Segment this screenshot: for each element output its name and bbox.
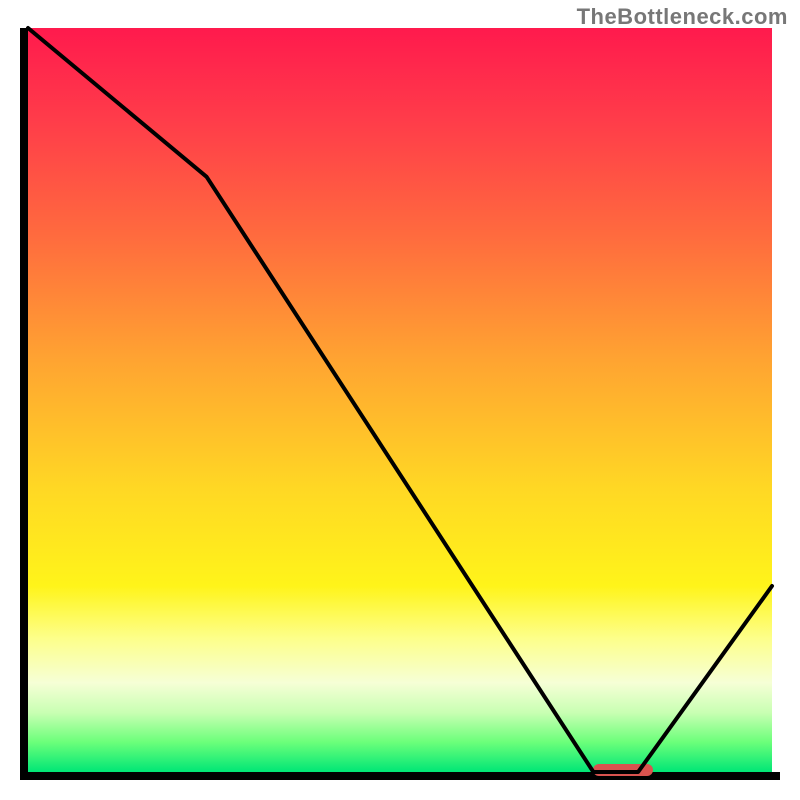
optimal-range-marker [593,764,653,776]
watermark-text: TheBottleneck.com [577,4,788,30]
y-axis [20,28,28,780]
x-axis [20,772,780,780]
chart-background-gradient [28,28,772,772]
bottleneck-chart: TheBottleneck.com [0,0,800,800]
